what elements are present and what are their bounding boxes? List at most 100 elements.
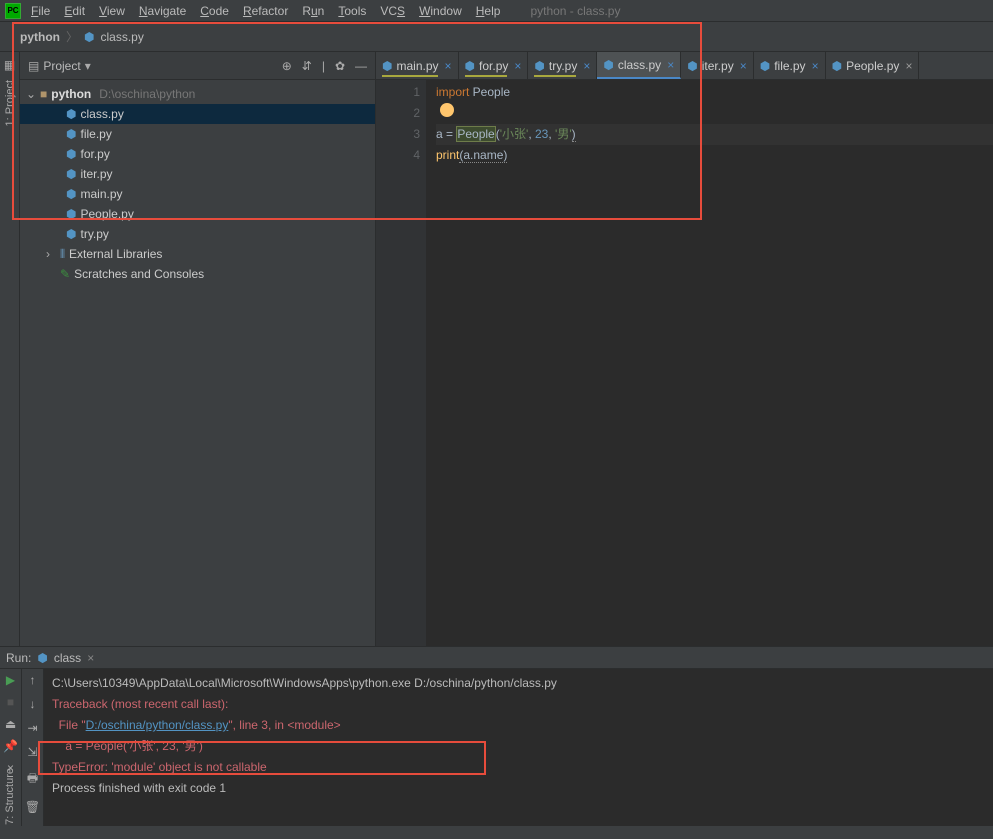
- collapse-icon[interactable]: —: [355, 59, 367, 73]
- close-icon[interactable]: ×: [87, 651, 94, 665]
- structure-tool-strip: 7: Structure: [0, 764, 20, 829]
- root-name: python: [51, 87, 91, 101]
- python-file-icon: ⬢: [603, 58, 613, 72]
- run-body: ▶ ■ ⏏ 📌 × ↑ ↓ ⇥ ⇲ 🖶 🗑 C:\Users\10349\App…: [0, 669, 993, 826]
- close-icon[interactable]: ×: [905, 59, 912, 73]
- console-line: Process finished with exit code 1: [52, 778, 985, 799]
- python-file-icon: ⬢: [66, 127, 76, 141]
- menu-refactor[interactable]: Refactor: [243, 4, 288, 18]
- tab-for[interactable]: ⬢for.py×: [459, 52, 529, 79]
- exit-icon[interactable]: ⏏: [5, 717, 16, 731]
- down-icon[interactable]: ↓: [30, 697, 36, 711]
- run-config[interactable]: class: [54, 651, 81, 665]
- sidebar-title[interactable]: Project: [43, 59, 80, 73]
- python-file-icon: ⬢: [832, 59, 842, 73]
- rerun-icon[interactable]: ▶: [6, 673, 15, 687]
- project-tool-label[interactable]: 1: Project: [4, 80, 16, 126]
- titlebar: PC File Edit View Navigate Code Refactor…: [0, 0, 993, 22]
- menu-tools[interactable]: Tools: [338, 4, 366, 18]
- python-file-icon: ⬢: [84, 30, 94, 44]
- file-link[interactable]: D:/oschina/python/class.py: [86, 718, 229, 732]
- code-line-2[interactable]: [436, 103, 993, 124]
- python-file-icon: ⬢: [760, 59, 770, 73]
- python-file-icon: ⬢: [465, 59, 475, 73]
- left-tool-strip: ▦ 1: Project: [0, 52, 20, 646]
- tree-external[interactable]: ›⫴External Libraries: [20, 244, 375, 264]
- chevron-down-icon[interactable]: ⌄: [26, 87, 36, 101]
- scroll-icon[interactable]: ⇲: [27, 745, 37, 759]
- close-icon[interactable]: ×: [514, 59, 521, 73]
- app-logo-icon: PC: [5, 3, 21, 19]
- scratch-icon: ✎: [60, 267, 70, 281]
- run-panel: Run: ⬢ class × ▶ ■ ⏏ 📌 × ↑ ↓ ⇥ ⇲ 🖶 🗑 C:\…: [0, 646, 993, 826]
- breadcrumb-project[interactable]: python: [20, 30, 60, 44]
- trash-icon[interactable]: 🗑: [25, 800, 40, 814]
- close-icon[interactable]: ×: [812, 59, 819, 73]
- code-line-1[interactable]: import People: [436, 82, 993, 103]
- menu-code[interactable]: Code: [200, 4, 229, 18]
- stop-icon[interactable]: ■: [7, 695, 14, 709]
- locate-icon[interactable]: ⊕: [282, 59, 292, 73]
- sidebar-header: ▤ Project ▾ ⊕ ⇵ | ✿ —: [20, 52, 375, 80]
- gear-icon[interactable]: ✿: [335, 59, 345, 73]
- folder-icon: ■: [40, 87, 47, 101]
- tab-iter[interactable]: ⬢iter.py×: [681, 52, 754, 79]
- expand-icon[interactable]: ⇵: [302, 59, 312, 73]
- editor-area[interactable]: 1 2 3 4 import People a = People('小张', 2…: [376, 80, 993, 646]
- library-icon: ⫴: [60, 247, 65, 262]
- tab-file[interactable]: ⬢file.py×: [754, 52, 826, 79]
- menu-window[interactable]: Window: [419, 4, 462, 18]
- menu-help[interactable]: Help: [476, 4, 501, 18]
- tree-file-main[interactable]: ⬢main.py: [20, 184, 375, 204]
- close-icon[interactable]: ×: [667, 58, 674, 72]
- tree-scratches[interactable]: ✎Scratches and Consoles: [20, 264, 375, 284]
- main-menu: File Edit View Navigate Code Refactor Ru…: [26, 4, 500, 18]
- soft-wrap-icon[interactable]: ⇥: [27, 721, 37, 735]
- menu-edit[interactable]: Edit: [64, 4, 85, 18]
- project-view-icon[interactable]: ▤: [28, 59, 39, 73]
- close-icon[interactable]: ×: [583, 59, 590, 73]
- menu-navigate[interactable]: Navigate: [139, 4, 186, 18]
- tree-root[interactable]: ⌄ ■ python D:\oschina\python: [20, 84, 375, 104]
- tab-class[interactable]: ⬢class.py×: [597, 52, 681, 79]
- line-gutter: 1 2 3 4: [376, 80, 426, 646]
- tree-file-try[interactable]: ⬢try.py: [20, 224, 375, 244]
- up-icon[interactable]: ↑: [30, 673, 36, 687]
- tab-main[interactable]: ⬢main.py×: [376, 52, 459, 79]
- console-line: TypeError: 'module' object is not callab…: [52, 757, 985, 778]
- python-file-icon: ⬢: [687, 59, 697, 73]
- project-tool-icon[interactable]: ▦: [4, 58, 15, 72]
- close-icon[interactable]: ×: [740, 59, 747, 73]
- tree-file-people[interactable]: ⬢People.py: [20, 204, 375, 224]
- tab-people[interactable]: ⬢People.py×: [826, 52, 920, 79]
- tree-file-class[interactable]: ⬢class.py: [20, 104, 375, 124]
- python-file-icon: ⬢: [66, 187, 76, 201]
- structure-tool-label[interactable]: 7: Structure: [0, 764, 20, 829]
- python-file-icon: ⬢: [66, 227, 76, 241]
- menu-run[interactable]: Run: [302, 4, 324, 18]
- pin-icon[interactable]: 📌: [3, 739, 18, 753]
- console-output[interactable]: C:\Users\10349\AppData\Local\Microsoft\W…: [44, 669, 993, 826]
- code-content[interactable]: import People a = People('小张', 23, '男') …: [426, 80, 993, 646]
- print-icon[interactable]: 🖶: [27, 769, 38, 790]
- python-file-icon: ⬢: [66, 167, 76, 181]
- tree-file-file[interactable]: ⬢file.py: [20, 124, 375, 144]
- close-icon[interactable]: ×: [445, 59, 452, 73]
- code-line-3[interactable]: a = People('小张', 23, '男'): [436, 124, 993, 145]
- console-line: C:\Users\10349\AppData\Local\Microsoft\W…: [52, 673, 985, 694]
- tab-try[interactable]: ⬢try.py×: [528, 52, 597, 79]
- menu-file[interactable]: File: [31, 4, 50, 18]
- breadcrumb-file[interactable]: class.py: [101, 30, 144, 44]
- tree-file-for[interactable]: ⬢for.py: [20, 144, 375, 164]
- menu-vcs[interactable]: VCS: [380, 4, 405, 18]
- dropdown-icon[interactable]: ▾: [85, 59, 91, 73]
- menu-view[interactable]: View: [99, 4, 125, 18]
- chevron-right-icon[interactable]: ›: [46, 247, 56, 261]
- breadcrumb: python 〉 ⬢ class.py: [0, 22, 993, 52]
- python-file-icon: ⬢: [66, 107, 76, 121]
- python-file-icon: ⬢: [382, 59, 392, 73]
- lightbulb-icon[interactable]: [440, 103, 454, 117]
- code-line-4[interactable]: print(a.name): [436, 145, 993, 166]
- tree-file-iter[interactable]: ⬢iter.py: [20, 164, 375, 184]
- editor: ⬢main.py× ⬢for.py× ⬢try.py× ⬢class.py× ⬢…: [376, 52, 993, 646]
